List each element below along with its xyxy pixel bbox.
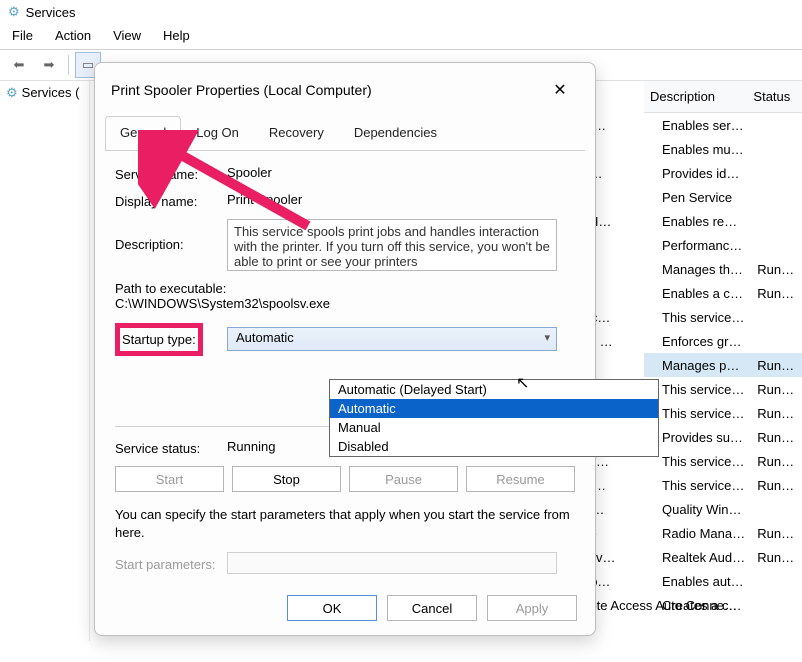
table-row[interactable]: Remote Access Auto Conne…Creates a co… [644, 593, 802, 617]
label-description: Description: [115, 219, 227, 252]
gear-icon: ⚙ [6, 85, 18, 101]
dropdown-option[interactable]: Disabled [330, 437, 658, 456]
col-description[interactable]: Description [644, 81, 747, 112]
table-row[interactable]: eshoo…Enables aut… [644, 569, 802, 593]
label-service-name: Service name: [115, 165, 227, 182]
value-display-name: Print Spooler [227, 192, 575, 207]
resume-button[interactable]: Resume [466, 466, 575, 492]
toolbar-sep [68, 55, 69, 75]
tab-general[interactable]: General [105, 116, 181, 151]
tree-sidebar: ⚙ Services ( [0, 81, 90, 641]
dropdown-option[interactable]: Manual [330, 418, 658, 437]
startup-type-select[interactable]: Automatic [227, 327, 557, 351]
table-row[interactable]: Enables a co…Runnin [644, 281, 802, 305]
properties-dialog: Print Spooler Properties (Local Computer… [94, 62, 596, 636]
apply-button[interactable]: Apply [487, 595, 577, 621]
table-row[interactable]: o Vid…Quality Win… [644, 497, 802, 521]
tab-recovery[interactable]: Recovery [254, 116, 339, 151]
label-startup-type: Startup type: [122, 332, 196, 347]
table-row[interactable]: pingEnables mul… [644, 137, 802, 161]
table-row[interactable]: Assis…This service …Runnin [644, 473, 802, 497]
tree-root-label[interactable]: Services ( [22, 85, 80, 100]
dialog-title: Print Spooler Properties (Local Computer… [111, 82, 372, 98]
value-path: C:\WINDOWS\System32\spoolsv.exe [115, 296, 330, 311]
pause-button[interactable]: Pause [349, 466, 458, 492]
back-button[interactable]: ⬅ [6, 52, 32, 78]
table-row[interactable]: Notifi…This service …Runnin [644, 401, 802, 425]
close-button[interactable]: ✕ [541, 75, 579, 105]
table-row[interactable]: Manages th…Runnin [644, 257, 802, 281]
menu-help[interactable]: Help [163, 28, 190, 43]
label-display-name: Display name: [115, 192, 227, 209]
value-service-name: Spooler [227, 165, 575, 180]
hint-text: You can specify the start parameters tha… [115, 506, 575, 542]
table-row[interactable]: Manages po…Runnin [644, 353, 802, 377]
menu-file[interactable]: File [12, 28, 33, 43]
description-textbox[interactable]: This service spools print jobs and handl… [227, 219, 557, 271]
window-titlebar: ⚙ Services [0, 0, 802, 24]
table-row[interactable]: Proto…Enables serv… [644, 113, 802, 137]
table-row[interactable]: rol Pa…This service …Runnin [644, 449, 802, 473]
startup-type-dropdown[interactable]: Automatic (Delayed Start)AutomaticManual… [329, 379, 659, 457]
table-row[interactable]: ertsPerformance… [644, 233, 802, 257]
gear-icon: ⚙ [8, 4, 20, 20]
table-row[interactable]: ity M…Provides ide… [644, 161, 802, 185]
start-button[interactable]: Start [115, 466, 224, 492]
table-row[interactable]: DLL H…Enables rem… [644, 209, 802, 233]
cancel-button[interactable]: Cancel [387, 595, 477, 621]
app-title: Services [26, 5, 76, 20]
table-row[interactable]: erviceRadio Mana…Runnin [644, 521, 802, 545]
label-start-params: Start parameters: [115, 555, 227, 572]
forward-button[interactable]: ➡ [36, 52, 62, 78]
table-row[interactable]: Provides sup…Runnin [644, 425, 802, 449]
tab-logon[interactable]: Log On [181, 116, 254, 151]
table-row[interactable]: erator …Enforces gro… [644, 329, 802, 353]
dropdown-option[interactable]: Automatic (Delayed Start) [330, 380, 658, 399]
start-params-input[interactable] [227, 552, 557, 574]
label-service-status: Service status: [115, 439, 227, 456]
table-row[interactable]: Pen Service [644, 185, 802, 209]
label-path: Path to executable: [115, 281, 226, 296]
table-row[interactable]: al Serv…Realtek Audi…Runnin [644, 545, 802, 569]
menu-action[interactable]: Action [55, 28, 91, 43]
table-row[interactable]: This service …Runnin [644, 377, 802, 401]
stop-button[interactable]: Stop [232, 466, 341, 492]
dropdown-option[interactable]: Automatic [330, 399, 658, 418]
menu-view[interactable]: View [113, 28, 141, 43]
tab-dependencies[interactable]: Dependencies [339, 116, 452, 151]
table-row[interactable]: Public…This service … [644, 305, 802, 329]
table-header: Description Status [644, 81, 802, 113]
ok-button[interactable]: OK [287, 595, 377, 621]
col-status[interactable]: Status [747, 81, 802, 112]
menubar: File Action View Help [0, 24, 802, 50]
tabstrip: General Log On Recovery Dependencies [95, 115, 595, 150]
highlight-startup: Startup type: [115, 323, 203, 356]
